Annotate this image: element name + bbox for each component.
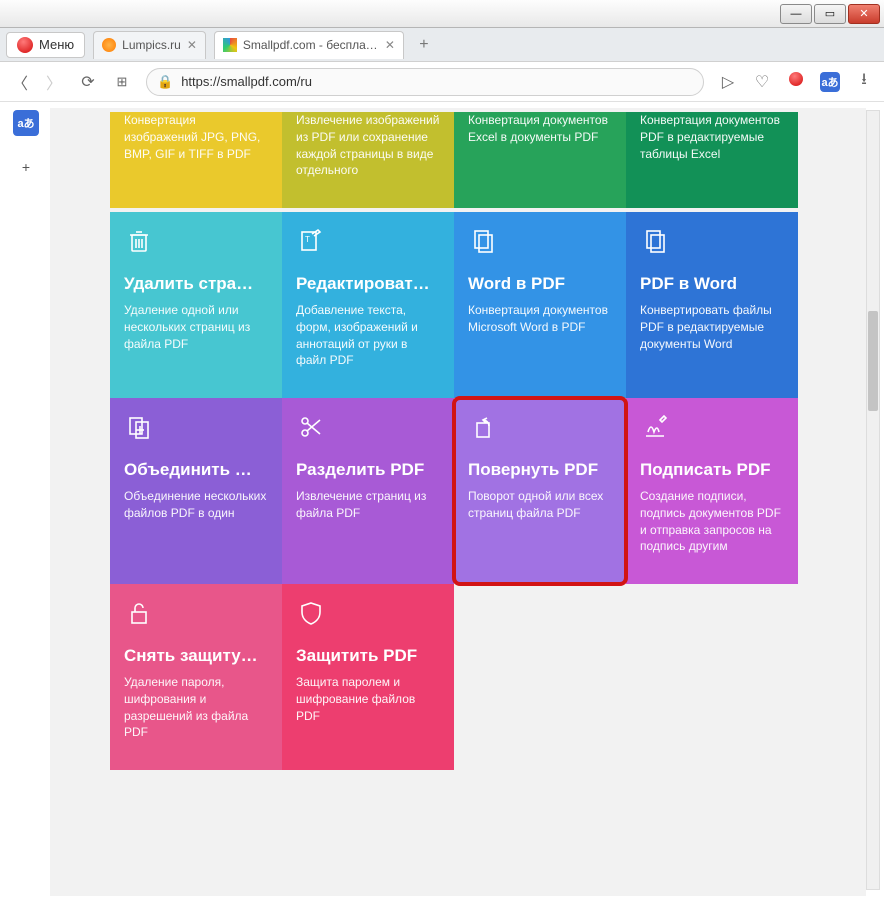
tile-scissors[interactable]: Разделить PDF Извлечение страниц из файл…	[282, 398, 454, 584]
tile-jpg-to-pdf[interactable]: Конвертация изображений JPG, PNG, BMP, G…	[110, 112, 282, 208]
tile-doc[interactable]: Word в PDF Конвертация документов Micros…	[454, 212, 626, 398]
tile-pdf-to-jpg[interactable]: Извлечение изображений из PDF или сохран…	[282, 112, 454, 208]
maximize-button[interactable]: ▭	[814, 4, 846, 24]
tile-title: Объединить …	[124, 460, 268, 480]
page-content: Конвертация изображений JPG, PNG, BMP, G…	[50, 108, 866, 896]
tile-desc: Извлечение страниц из файла PDF	[296, 488, 440, 522]
tile-pdf-to-excel[interactable]: Конвертация документов PDF в редактируем…	[626, 112, 798, 208]
vertical-scrollbar[interactable]	[866, 110, 880, 890]
close-button[interactable]: ✕	[848, 4, 880, 24]
tile-desc: Конвертация изображений JPG, PNG, BMP, G…	[124, 112, 268, 162]
shield-icon	[296, 598, 440, 632]
tile-desc: Защита паролем и шифрование файлов PDF	[296, 674, 440, 724]
tile-desc: Поворот одной или всех страниц файла PDF	[468, 488, 612, 522]
scrollbar-thumb[interactable]	[868, 311, 878, 411]
tab-smallpdf[interactable]: Smallpdf.com - бесплатнс ✕	[214, 31, 404, 59]
toolbar-right: ▷ ♡ aあ ⭳	[718, 68, 874, 95]
tile-desc: Конвертация документов PDF в редактируем…	[640, 112, 784, 162]
tile-title: Word в PDF	[468, 274, 612, 294]
tile-desc: Удаление пароля, шифрования и разрешений…	[124, 674, 268, 741]
bookmark-icon[interactable]: ♡	[752, 72, 772, 92]
tile-edit[interactable]: T Редактироват… Добавление текста, форм,…	[282, 212, 454, 398]
sidebar-add-button[interactable]: +	[13, 154, 39, 180]
tile-unlock[interactable]: Снять защиту… Удаление пароля, шифровани…	[110, 584, 282, 770]
translate-icon[interactable]: aあ	[820, 72, 840, 92]
tile-title: Разделить PDF	[296, 460, 440, 480]
address-bar[interactable]: 🔒	[146, 68, 704, 96]
vpn-icon[interactable]: ▷	[718, 72, 738, 92]
forward-button[interactable]: 〉	[44, 70, 64, 94]
menu-label: Меню	[39, 37, 74, 52]
copy-icon	[640, 226, 784, 260]
tile-desc: Конвертация документов Microsoft Word в …	[468, 302, 612, 336]
tile-copy[interactable]: PDF в Word Конвертировать файлы PDF в ре…	[626, 212, 798, 398]
rotate-icon	[468, 412, 612, 446]
sidebar-translate-icon[interactable]: aあ	[13, 110, 39, 136]
tab-lumpics[interactable]: Lumpics.ru ✕	[93, 31, 206, 59]
tab-close-icon[interactable]: ✕	[187, 38, 197, 52]
tile-merge[interactable]: Объединить … Объединение нескольких файл…	[110, 398, 282, 584]
browser-sidebar: aあ +	[8, 110, 44, 180]
opera-menu-button[interactable]: Меню	[6, 32, 85, 58]
tile-desc: Удаление одной или нескольких страниц из…	[124, 302, 268, 352]
tile-title: PDF в Word	[640, 274, 784, 294]
url-input[interactable]	[181, 74, 693, 89]
tile-grid: Удалить стра… Удаление одной или несколь…	[50, 208, 866, 770]
reload-button[interactable]: ⟳	[78, 72, 98, 92]
tile-excel-to-pdf[interactable]: Конвертация документов Excel в документы…	[454, 112, 626, 208]
tile-desc: Создание подписи, подпись документов PDF…	[640, 488, 784, 555]
minimize-button[interactable]: —	[780, 4, 812, 24]
navbar: 〈 〉 ⟳ ⊞ 🔒 ▷ ♡ aあ ⭳	[0, 62, 884, 102]
lock-icon: 🔒	[157, 74, 173, 90]
favicon-icon	[223, 38, 237, 52]
tab-close-icon[interactable]: ✕	[385, 38, 395, 52]
download-icon[interactable]: ⭳	[854, 68, 874, 95]
window-titlebar: — ▭ ✕	[0, 0, 884, 28]
tile-title: Снять защиту…	[124, 646, 268, 666]
tile-title: Подписать PDF	[640, 460, 784, 480]
tile-title: Защитить PDF	[296, 646, 440, 666]
tile-rotate[interactable]: Повернуть PDF Поворот одной или всех стр…	[454, 398, 626, 584]
tile-title: Повернуть PDF	[468, 460, 612, 480]
tab-label: Lumpics.ru	[122, 38, 181, 52]
tile-desc: Добавление текста, форм, изображений и а…	[296, 302, 440, 369]
tile-trash[interactable]: Удалить стра… Удаление одной или несколь…	[110, 212, 282, 398]
scissors-icon	[296, 412, 440, 446]
tab-label: Smallpdf.com - бесплатнс	[243, 38, 379, 52]
opera-logo-icon	[17, 37, 33, 53]
merge-icon	[124, 412, 268, 446]
tile-desc: Объединение нескольких файлов PDF в один	[124, 488, 268, 522]
tile-title: Удалить стра…	[124, 274, 268, 294]
tile-shield[interactable]: Защитить PDF Защита паролем и шифрование…	[282, 584, 454, 770]
opera-badge-icon[interactable]	[786, 72, 806, 91]
unlock-icon	[124, 598, 268, 632]
svg-text:T: T	[305, 235, 310, 244]
tile-sign[interactable]: Подписать PDF Создание подписи, подпись …	[626, 398, 798, 584]
tile-desc: Конвертировать файлы PDF в редактируемые…	[640, 302, 784, 352]
tile-desc: Конвертация документов Excel в документы…	[468, 112, 612, 146]
favicon-icon	[102, 38, 116, 52]
new-tab-button[interactable]: +	[412, 33, 436, 57]
tile-row-partial: Конвертация изображений JPG, PNG, BMP, G…	[50, 108, 866, 208]
trash-icon	[124, 226, 268, 260]
back-button[interactable]: 〈	[10, 70, 30, 94]
tab-strip: Меню Lumpics.ru ✕ Smallpdf.com - бесплат…	[0, 28, 884, 62]
tile-desc: Извлечение изображений из PDF или сохран…	[296, 112, 440, 179]
tile-title: Редактироват…	[296, 274, 440, 294]
sign-icon	[640, 412, 784, 446]
doc-icon	[468, 226, 612, 260]
speed-dial-button[interactable]: ⊞	[112, 74, 132, 90]
edit-icon: T	[296, 226, 440, 260]
